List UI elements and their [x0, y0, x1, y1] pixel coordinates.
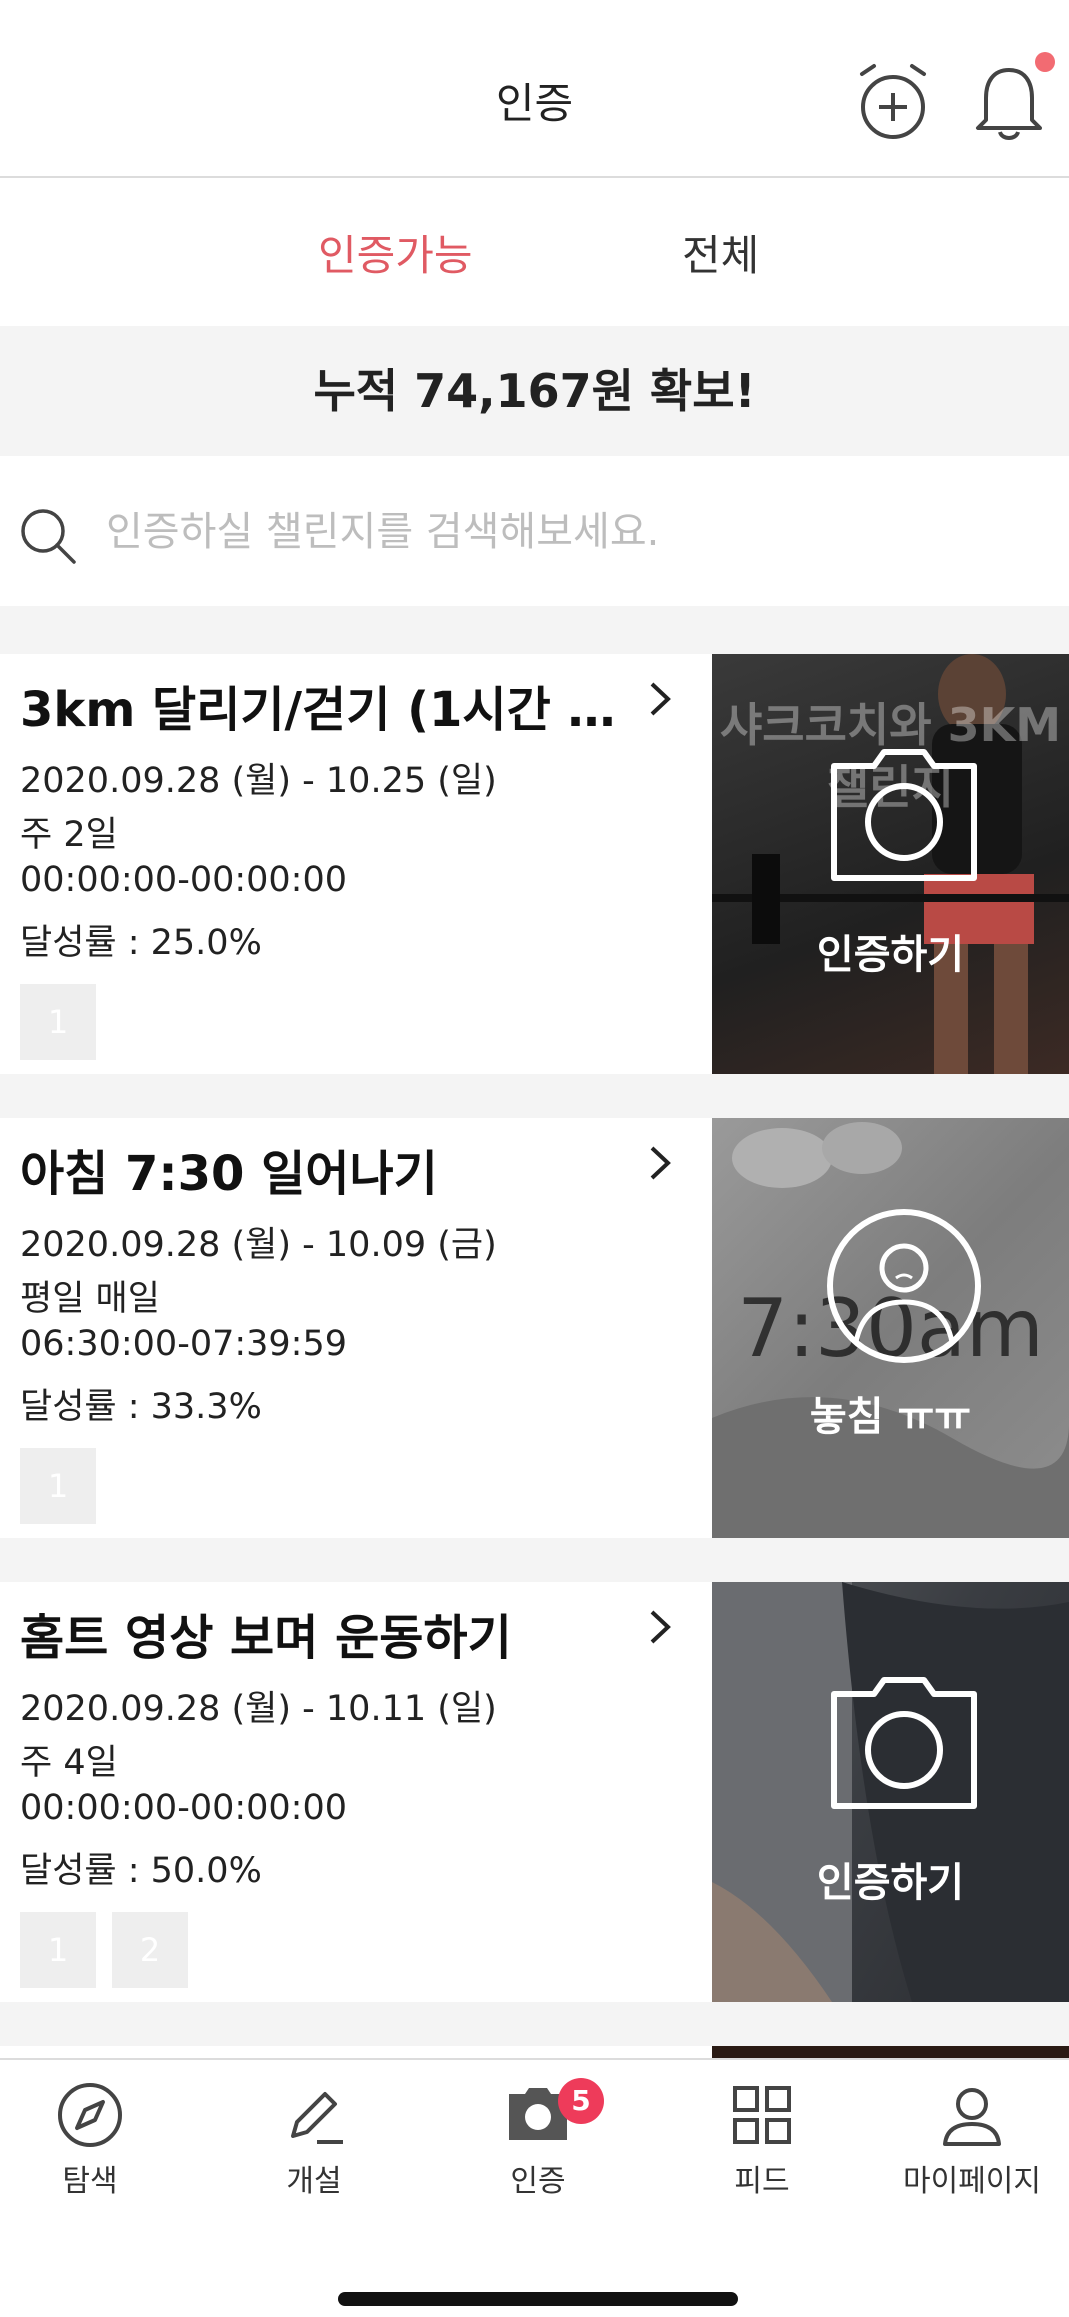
challenge-card[interactable]: 아침 7:30 일어나기 2020.09.28 (월) - 10.09 (금) …	[0, 1118, 1069, 1538]
camera-icon	[824, 746, 984, 906]
section-gap	[0, 606, 1069, 654]
nav-create[interactable]: 개설	[214, 2080, 414, 2200]
tab-all[interactable]: 전체	[682, 222, 759, 283]
notification-dot	[1035, 52, 1055, 72]
search-input[interactable]	[104, 498, 1008, 566]
challenge-title: 아침 7:30 일어나기	[20, 1146, 438, 1202]
nav-verify[interactable]: 인증 5	[438, 2078, 638, 2200]
nav-mypage[interactable]: 마이페이지	[872, 2080, 1069, 2200]
challenge-rate: 달성률 : 25.0%	[20, 923, 262, 963]
home-indicator	[338, 2292, 738, 2306]
camera-icon	[824, 1674, 984, 1834]
challenge-time: 06:30:00-07:39:59	[20, 1324, 348, 1364]
challenge-rate: 달성률 : 33.3%	[20, 1387, 262, 1427]
grid-icon	[727, 2080, 797, 2150]
nav-label: 개설	[286, 2164, 342, 2199]
tab-available[interactable]: 인증가능	[318, 222, 473, 283]
verify-label: 인증하기	[816, 932, 965, 978]
missed-label: 놓침 ㅠㅠ	[809, 1394, 972, 1440]
challenge-rate: 달성률 : 50.0%	[20, 1851, 262, 1891]
nav-label: 피드	[734, 2164, 790, 2199]
nav-feed[interactable]: 피드	[662, 2080, 862, 2200]
section-gap	[0, 2002, 1069, 2046]
challenge-frequency: 주 2일	[20, 815, 118, 855]
day-chip: 1	[20, 984, 96, 1060]
nav-label: 마이페이지	[903, 2164, 1041, 2199]
notification-badge: 5	[558, 2078, 604, 2124]
alarm-plus-icon[interactable]	[850, 60, 936, 146]
nav-label: 인증	[510, 2164, 566, 2199]
challenge-frequency: 평일 매일	[20, 1279, 160, 1319]
section-gap	[0, 1074, 1069, 1118]
bell-icon[interactable]	[966, 60, 1052, 146]
search-icon[interactable]	[18, 506, 78, 566]
challenge-time: 00:00:00-00:00:00	[20, 860, 348, 900]
chevron-right-icon[interactable]	[640, 1138, 680, 1188]
challenge-title: 3km 달리기/걷기 (1시간 이내)	[20, 682, 630, 738]
search-bar	[0, 456, 1069, 606]
challenge-thumbnail[interactable]: 인증하기	[712, 1582, 1069, 2002]
challenge-period: 2020.09.28 (월) - 10.25 (일)	[20, 761, 497, 801]
challenge-thumbnail[interactable]: 샤크코치와 3KM 챌린지 인증하기	[712, 654, 1069, 1074]
challenge-card[interactable]: 홈트 영상 보며 운동하기 2020.09.28 (월) - 10.11 (일)…	[0, 1582, 1069, 2002]
challenge-card[interactable]: 3km 달리기/걷기 (1시간 이내) 2020.09.28 (월) - 10.…	[0, 654, 1069, 1074]
day-chip: 1	[20, 1912, 96, 1988]
top-header: 인증	[0, 0, 1069, 178]
nav-explore[interactable]: 탐색	[0, 2080, 190, 2200]
section-gap	[0, 1538, 1069, 1582]
accumulated-reward-banner: 누적 74,167원 확보!	[0, 326, 1069, 456]
challenge-title: 홈트 영상 보며 운동하기	[20, 1610, 512, 1666]
challenge-time: 00:00:00-00:00:00	[20, 1788, 348, 1828]
sad-person-icon	[824, 1206, 984, 1366]
nav-label: 탐색	[62, 2164, 118, 2199]
person-icon	[937, 2080, 1007, 2150]
challenge-frequency: 주 4일	[20, 1743, 118, 1783]
day-chip: 1	[20, 1448, 96, 1524]
challenge-thumbnail[interactable]: 7:30am 놓침 ㅠㅠ	[712, 1118, 1069, 1538]
pencil-icon	[279, 2080, 349, 2150]
challenge-period: 2020.09.28 (월) - 10.11 (일)	[20, 1689, 497, 1729]
day-chip: 2	[112, 1912, 188, 1988]
chevron-right-icon[interactable]	[640, 674, 680, 724]
chevron-right-icon[interactable]	[640, 1602, 680, 1652]
verify-label: 인증하기	[816, 1860, 965, 1906]
compass-icon	[55, 2080, 125, 2150]
challenge-period: 2020.09.28 (월) - 10.09 (금)	[20, 1225, 497, 1265]
bottom-navigation: 탐색 개설 인증 5 피드 마이페이지	[0, 2058, 1069, 2317]
filter-tabs: 인증가능 전체	[0, 178, 1069, 324]
